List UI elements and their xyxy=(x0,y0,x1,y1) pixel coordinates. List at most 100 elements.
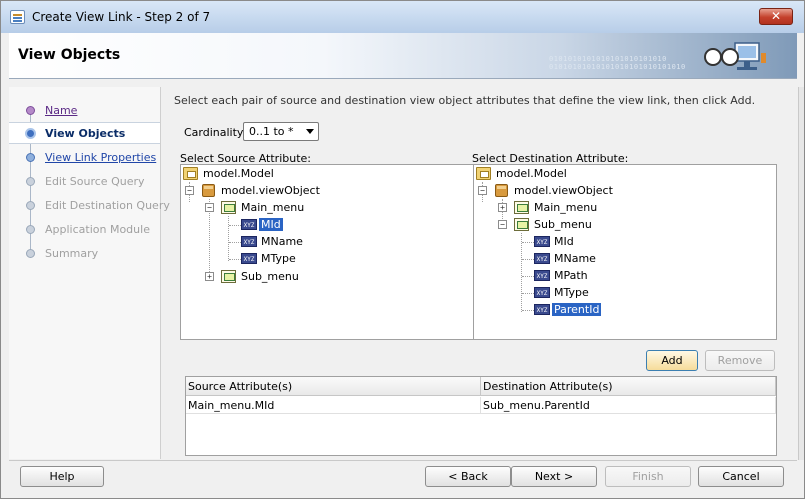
step-label: Name xyxy=(45,104,78,117)
view-object-icon xyxy=(221,270,236,283)
step-name[interactable]: Name xyxy=(9,100,160,122)
tree-line xyxy=(522,310,534,311)
attribute-icon: XYZ xyxy=(534,270,550,281)
wizard-step-list: Name View Objects View Link Properties E… xyxy=(9,87,170,459)
step-edit-source-query: Edit Source Query xyxy=(9,171,160,193)
dialog-window: Create View Link - Step 2 of 7 ✕ View Ob… xyxy=(0,0,805,499)
view-object-icon xyxy=(514,201,529,214)
attribute-icon: XYZ xyxy=(241,253,257,264)
tree-line xyxy=(522,259,534,260)
tree-line xyxy=(229,242,241,243)
attribute-icon: XYZ xyxy=(534,236,550,247)
step-label: Edit Source Query xyxy=(45,175,145,188)
back-button[interactable]: < Back xyxy=(425,466,511,487)
close-button[interactable]: ✕ xyxy=(759,8,793,25)
tree-node-label: MType xyxy=(554,286,589,299)
help-button[interactable]: Help xyxy=(20,466,104,487)
back-button-label: < Back xyxy=(448,470,488,483)
main-panel: Select each pair of source and destinati… xyxy=(164,87,797,459)
step-disabled-icon xyxy=(26,249,35,258)
collapse-toggle[interactable]: − xyxy=(205,203,214,212)
tree-node-label: Sub_menu xyxy=(534,218,592,231)
table-cell-source[interactable]: Main_menu.MId xyxy=(186,397,481,414)
tree-line xyxy=(522,293,534,294)
attribute-icon: XYZ xyxy=(534,253,550,264)
collapse-toggle[interactable]: − xyxy=(498,220,507,229)
step-label: View Link Properties xyxy=(45,151,157,164)
attribute-pair-table[interactable]: Source Attribute(s) Destination Attribut… xyxy=(185,376,777,456)
step-summary: Summary xyxy=(9,243,160,265)
attribute-icon: XYZ xyxy=(534,304,550,315)
next-button-label: Next > xyxy=(534,470,574,483)
step-label: Application Module xyxy=(45,223,150,236)
glasses-monitor-icon xyxy=(704,42,766,70)
remove-button-label: Remove xyxy=(717,354,763,367)
tree-node-label: Sub_menu xyxy=(241,270,299,283)
tree-line xyxy=(522,276,534,277)
cancel-button[interactable]: Cancel xyxy=(698,466,784,487)
collapse-toggle[interactable]: − xyxy=(478,186,487,195)
expand-toggle[interactable]: + xyxy=(498,203,507,212)
tree-node-label: MName xyxy=(554,252,596,265)
tree-node-label-selected: MId xyxy=(259,218,283,231)
tree-node-label: Main_menu xyxy=(534,201,598,214)
column-header-source[interactable]: Source Attribute(s) xyxy=(186,377,481,396)
cancel-button-label: Cancel xyxy=(722,470,760,483)
add-button-label: Add xyxy=(661,354,683,367)
column-header-destination[interactable]: Destination Attribute(s) xyxy=(481,377,776,396)
title-bar: Create View Link - Step 2 of 7 ✕ xyxy=(1,1,804,33)
step-link-icon xyxy=(26,153,35,162)
destination-attribute-tree[interactable]: model.Model − model.viewObject + Main_me… xyxy=(473,164,777,340)
tree-node-label: model.viewObject xyxy=(221,184,320,197)
package-cube-icon xyxy=(202,184,215,197)
step-visited-icon xyxy=(26,106,35,115)
tree-line xyxy=(228,216,229,261)
collapse-toggle[interactable]: − xyxy=(185,186,194,195)
step-current-icon xyxy=(25,128,36,139)
cardinality-label: Cardinality: xyxy=(184,126,247,139)
view-object-icon xyxy=(514,218,529,231)
tree-node-label: model.Model xyxy=(496,167,567,180)
package-cube-icon xyxy=(495,184,508,197)
tree-node-label: MName xyxy=(261,235,303,248)
remove-button[interactable]: Remove xyxy=(705,350,775,371)
step-view-link-properties[interactable]: View Link Properties xyxy=(9,147,160,169)
tree-node-label: MPath xyxy=(554,269,588,282)
tree-line xyxy=(521,233,522,312)
finish-button[interactable]: Finish xyxy=(605,466,691,487)
tree-node-label: Main_menu xyxy=(241,201,305,214)
vertical-scrollbar[interactable] xyxy=(798,87,804,460)
cardinality-value: 0..1 to * xyxy=(249,125,294,138)
step-disabled-icon xyxy=(26,225,35,234)
tree-node-label: MId xyxy=(554,235,574,248)
next-button[interactable]: Next > xyxy=(511,466,597,487)
step-application-module: Application Module xyxy=(9,219,160,241)
step-edit-destination-query: Edit Destination Query xyxy=(9,195,170,217)
step-view-objects[interactable]: View Objects xyxy=(9,122,160,144)
attribute-icon: XYZ xyxy=(241,236,257,247)
tree-node-label-selected: ParentId xyxy=(552,303,602,316)
attribute-icon: XYZ xyxy=(241,219,257,230)
step-disabled-icon xyxy=(26,201,35,210)
step-disabled-icon xyxy=(26,177,35,186)
view-object-icon xyxy=(221,201,236,214)
help-button-label: Help xyxy=(49,470,75,483)
step-label: Edit Destination Query xyxy=(45,199,170,212)
cardinality-select[interactable]: 0..1 to * xyxy=(243,122,319,141)
table-cell-destination[interactable]: Sub_menu.ParentId xyxy=(481,397,776,414)
tree-node-label: model.Model xyxy=(203,167,274,180)
package-icon xyxy=(183,167,198,180)
tree-node-label: MType xyxy=(261,252,296,265)
expand-toggle[interactable]: + xyxy=(205,272,214,281)
page-title: View Objects xyxy=(18,47,121,63)
step-label: View Objects xyxy=(45,127,126,140)
attribute-icon: XYZ xyxy=(534,287,550,298)
tree-line xyxy=(229,225,241,226)
tree-node-label: model.viewObject xyxy=(514,184,613,197)
tree-line xyxy=(229,259,241,260)
close-icon: ✕ xyxy=(770,9,782,23)
finish-button-label: Finish xyxy=(632,470,664,483)
window-title: Create View Link - Step 2 of 7 xyxy=(32,10,211,24)
source-attribute-tree[interactable]: model.Model − model.viewObject − Main_me… xyxy=(180,164,475,340)
add-button[interactable]: Add xyxy=(646,350,698,371)
